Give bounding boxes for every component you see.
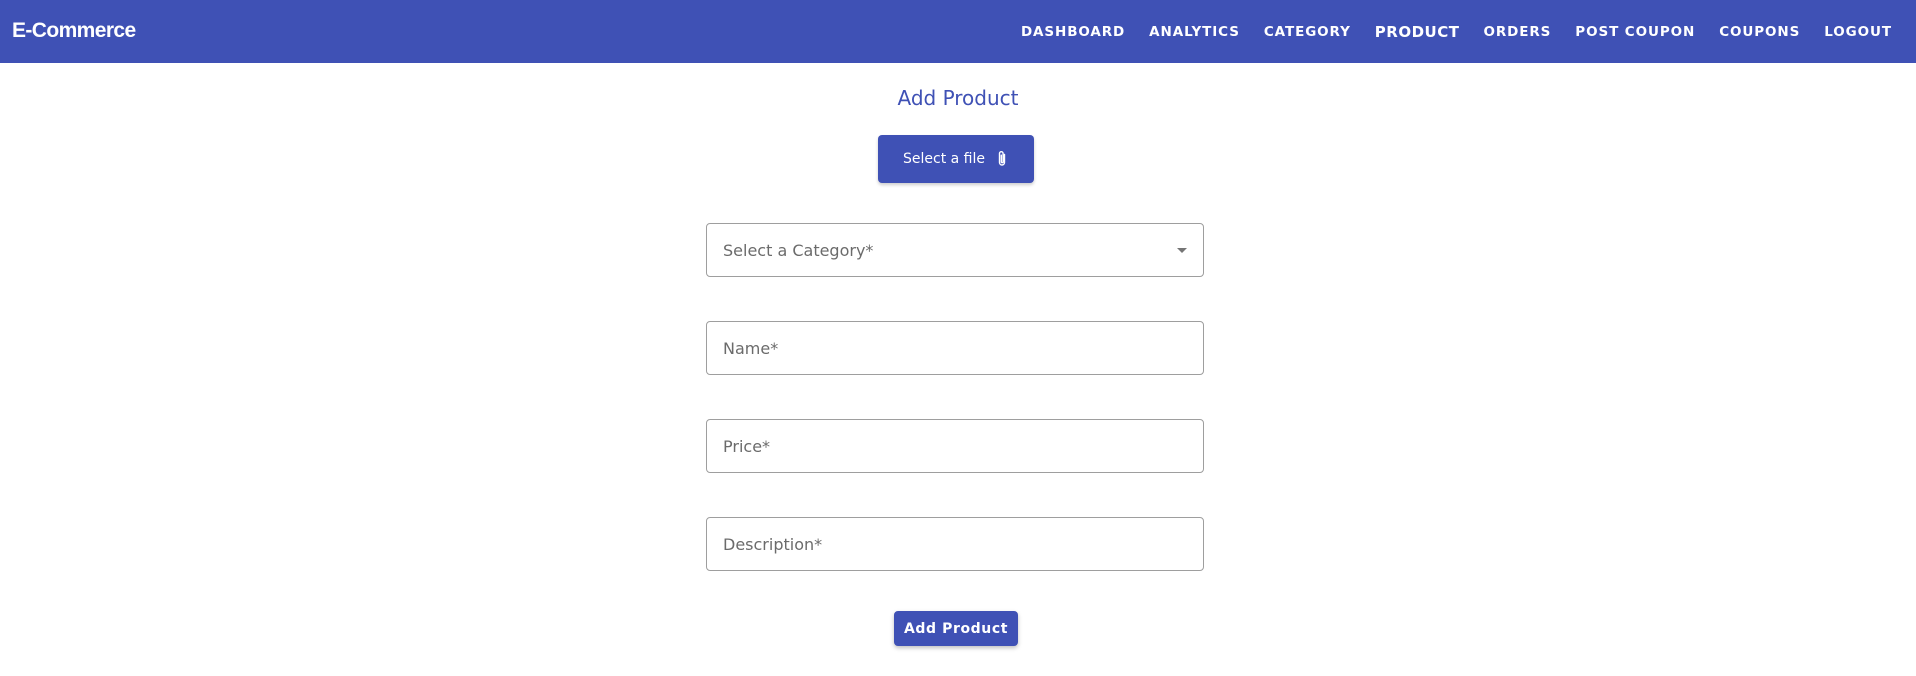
price-input-placeholder: Price* bbox=[723, 437, 771, 456]
select-file-button[interactable]: Select a file bbox=[878, 135, 1034, 183]
nav-item-product[interactable]: PRODUCT bbox=[1375, 23, 1460, 41]
nav-item-analytics[interactable]: ANALYTICS bbox=[1149, 24, 1240, 40]
price-input[interactable]: Price* bbox=[706, 419, 1204, 473]
description-input[interactable]: Description* bbox=[706, 517, 1204, 571]
top-toolbar: E-Commerce DASHBOARD ANALYTICS CATEGORY … bbox=[0, 0, 1916, 63]
name-input[interactable]: Name* bbox=[706, 321, 1204, 375]
app-brand[interactable]: E-Commerce bbox=[12, 19, 136, 43]
nav-item-coupons[interactable]: COUPONS bbox=[1719, 24, 1800, 40]
select-file-label: Select a file bbox=[903, 151, 985, 167]
nav-item-dashboard[interactable]: DASHBOARD bbox=[1021, 24, 1125, 40]
nav-item-post-coupon[interactable]: POST COUPON bbox=[1575, 24, 1695, 40]
nav-item-category[interactable]: CATEGORY bbox=[1264, 24, 1351, 40]
paperclip-icon bbox=[995, 150, 1009, 168]
page-title: Add Product bbox=[897, 86, 1019, 110]
category-select-placeholder: Select a Category* bbox=[723, 241, 874, 260]
nav-item-orders[interactable]: ORDERS bbox=[1483, 24, 1551, 40]
category-select[interactable]: Select a Category* bbox=[706, 223, 1204, 277]
add-product-button[interactable]: Add Product bbox=[894, 611, 1018, 646]
name-input-placeholder: Name* bbox=[723, 339, 779, 358]
top-nav: DASHBOARD ANALYTICS CATEGORY PRODUCT ORD… bbox=[997, 0, 1892, 63]
description-input-placeholder: Description* bbox=[723, 535, 823, 554]
dropdown-arrow-icon bbox=[1177, 248, 1187, 253]
nav-item-logout[interactable]: LOGOUT bbox=[1824, 24, 1892, 40]
